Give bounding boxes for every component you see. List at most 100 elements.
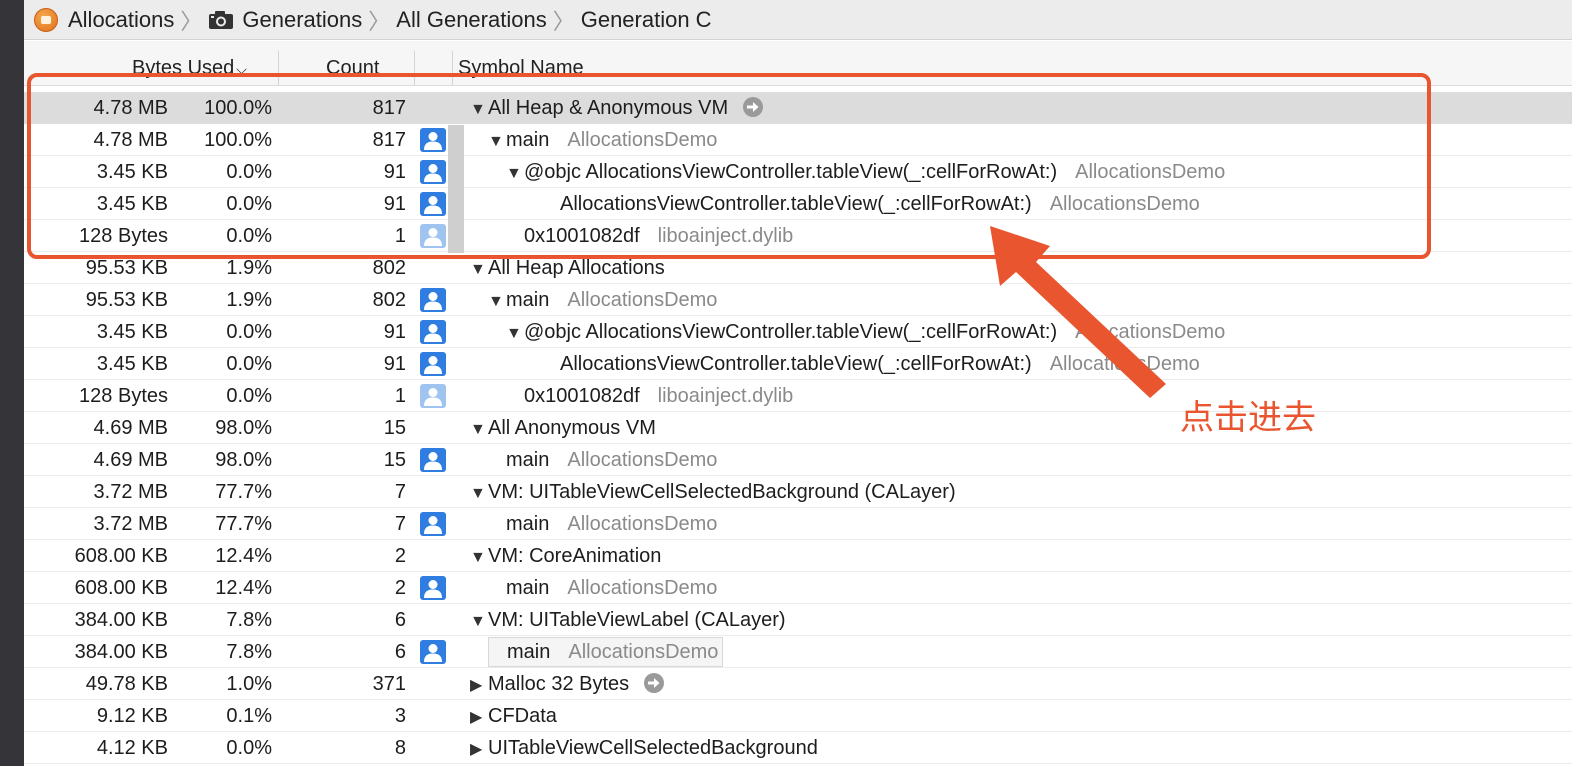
table-row[interactable]: 4.69 MB 98.0% 15 main AllocationsDemo [24,444,1572,476]
table-row[interactable]: 3.72 MB 77.7% 7 main AllocationsDemo [24,508,1572,540]
column-header-bytes-used[interactable]: Bytes Used ⌵ [132,57,247,80]
percentage-cell: 77.7% [215,481,272,503]
table-row[interactable]: 3.45 KB 0.0% 91 AllocationsViewController.t… [24,348,1572,380]
column-divider[interactable] [414,51,415,85]
count-cell: 8 [394,737,406,759]
table-row[interactable]: 3.45 KB 0.0% 91 ▼ @objc AllocationsViewContr… [24,316,1572,348]
percentage-cell: 7.8% [226,609,272,631]
symbol-name-cell[interactable]: ▼ @objc AllocationsViewController.tableVi… [506,156,1225,190]
column-divider[interactable] [278,51,279,85]
table-row[interactable]: 4.78 MB 100.0% 817 ▼ All Heap & Anonymous VM [24,92,1572,124]
user-code-light-icon [420,384,446,408]
breadcrumb-allocations[interactable]: Allocations [34,7,174,33]
disclosure-down-icon[interactable]: ▼ [488,286,506,318]
table-row[interactable]: 384.00 KB 7.8% 6 ▼ VM: UITableViewLabel (CAL… [24,604,1572,636]
table-row[interactable]: 49.78 KB 1.0% 371 ▶ Malloc 32 Bytes [24,668,1572,700]
bytes-used-cell: 95.53 KB [85,289,168,311]
disclosure-down-icon[interactable]: ▼ [470,414,488,446]
breadcrumb-all-generations[interactable]: All Generations [396,7,546,33]
disclosure-down-icon[interactable]: ▼ [470,254,488,286]
count-cell: 817 [372,97,406,119]
symbol-name-cell[interactable]: ▼ All Heap & Anonymous VM [470,92,764,126]
table-row[interactable]: 95.53 KB 1.9% 802 ▼ All Heap Allocations [24,252,1572,284]
percentage-cell: 0.1% [226,705,272,727]
disclosure-down-icon[interactable]: ▼ [488,126,506,158]
column-header-count[interactable]: Count [326,57,379,80]
chevron-right-icon: 〉 [180,8,203,34]
table-row[interactable]: 3.45 KB 0.0% 91 ▼ @objc AllocationsViewContr… [24,156,1572,188]
sort-descending-icon: ⌵ [236,61,247,77]
disclosure-down-icon[interactable]: ▼ [506,158,524,190]
disclosure-right-icon[interactable]: ▶ [470,734,488,766]
breadcrumb-label: Generations [242,6,363,32]
disclosure-down-icon[interactable]: ▼ [470,606,488,638]
breadcrumb-generation-c[interactable]: Generation C [581,7,712,33]
table-row[interactable]: 4.69 MB 98.0% 15 ▼ All Anonymous VM [24,412,1572,444]
symbol-name-cell[interactable]: main AllocationsDemo [488,444,717,476]
symbol-name-cell[interactable]: 0x1001082df liboainject.dylib [506,380,793,412]
symbol-name-cell[interactable]: AllocationsViewController.tableView(_:ce… [542,188,1200,220]
percentage-cell: 77.7% [215,513,272,535]
symbol-name-cell[interactable]: ▶ CFData [470,700,557,734]
symbol-name-cell[interactable]: ▼ VM: UITableViewLabel (CALayer) [470,604,786,638]
symbol-name-cell[interactable]: ▼ main AllocationsDemo [488,284,717,318]
percentage-cell: 100.0% [204,97,272,119]
disclosure-down-icon[interactable]: ▼ [506,318,524,350]
table-header: Bytes Used ⌵ Count Symbol Name [24,41,1572,86]
user-code-icon [420,640,446,664]
symbol-name-cell[interactable]: main AllocationsDemo [488,637,724,667]
table-row[interactable]: 3.45 KB 0.0% 91 AllocationsViewController.t… [24,188,1572,220]
library-label: AllocationsDemo [567,513,718,535]
table-row[interactable]: 9.12 KB 0.1% 3 ▶ CFData [24,700,1572,732]
percentage-cell: 12.4% [215,545,272,567]
breadcrumb-generations[interactable]: Generations [208,7,362,33]
table-row[interactable]: 95.53 KB 1.9% 802 ▼ main AllocationsDemo [24,284,1572,316]
symbol-name-cell[interactable]: AllocationsViewController.tableView(_:ce… [542,348,1200,380]
library-label: AllocationsDemo [567,577,718,599]
bytes-used-cell: 3.45 KB [96,193,168,215]
percentage-cell: 0.0% [226,193,272,215]
symbol-name-cell[interactable]: main AllocationsDemo [488,572,717,604]
symbol-label: Malloc 32 Bytes [488,673,630,695]
library-label: liboainject.dylib [657,225,794,247]
bytes-used-cell: 4.12 KB [96,737,168,759]
disclosure-down-icon[interactable]: ▼ [470,94,488,126]
symbol-label: UITableViewCellSelectedBackground [488,737,818,759]
focus-arrow-icon[interactable] [643,672,665,694]
symbol-name-cell[interactable]: ▼ main AllocationsDemo [488,124,717,158]
symbol-name-cell[interactable]: ▼ VM: CoreAnimation [470,540,661,574]
user-code-icon [420,288,446,312]
disclosure-down-icon[interactable]: ▼ [470,542,488,574]
focus-arrow-icon[interactable] [742,96,764,118]
disclosure-right-icon[interactable]: ▶ [470,702,488,734]
table-row[interactable]: 384.00 KB 7.8% 6 main AllocationsDemo [24,636,1572,668]
tree-indent-guide [448,125,464,253]
table-row[interactable]: 608.00 KB 12.4% 2 main AllocationsDemo [24,572,1572,604]
symbol-label: All Heap Allocations [488,257,665,279]
table-row[interactable]: 608.00 KB 12.4% 2 ▼ VM: CoreAnimation [24,540,1572,572]
column-header-symbol-name[interactable]: Symbol Name [458,57,584,80]
symbol-label: main [506,577,550,599]
symbol-name-cell[interactable]: main AllocationsDemo [488,508,717,540]
symbol-name-cell[interactable]: ▼ All Heap Allocations [470,252,665,286]
disclosure-right-icon[interactable]: ▶ [470,670,488,702]
table-row[interactable]: 4.78 MB 100.0% 817 ▼ main AllocationsDemo [24,124,1572,156]
bytes-used-cell: 608.00 KB [74,545,168,567]
table-row[interactable]: 128 Bytes 0.0% 1 0x1001082df liboainject.dyl… [24,220,1572,252]
table-row[interactable]: 4.12 KB 0.0% 8 ▶ UITableViewCellSelectedBack… [24,732,1572,764]
disclosure-down-icon[interactable]: ▼ [470,478,488,510]
bytes-used-cell: 3.45 KB [96,353,168,375]
column-divider[interactable] [452,51,453,85]
symbol-name-cell[interactable]: ▼ VM: UITableViewCellSelectedBackground (… [470,476,956,510]
percentage-cell: 0.0% [226,353,272,375]
symbol-name-cell[interactable]: 0x1001082df liboainject.dylib [506,220,793,252]
symbol-name-cell[interactable]: ▶ UITableViewCellSelectedBackground [470,732,818,766]
symbol-name-cell[interactable]: ▶ Malloc 32 Bytes [470,668,665,702]
table-row[interactable]: 3.72 MB 77.7% 7 ▼ VM: UITableViewCellSelecte… [24,476,1572,508]
percentage-cell: 0.0% [226,321,272,343]
symbol-name-cell[interactable]: ▼ @objc AllocationsViewController.tableVi… [506,316,1225,350]
percentage-cell: 1.0% [226,673,272,695]
count-cell: 817 [372,129,406,151]
symbol-name-cell[interactable]: ▼ All Anonymous VM [470,412,656,446]
table-row[interactable]: 128 Bytes 0.0% 1 0x1001082df liboainject.dyl… [24,380,1572,412]
